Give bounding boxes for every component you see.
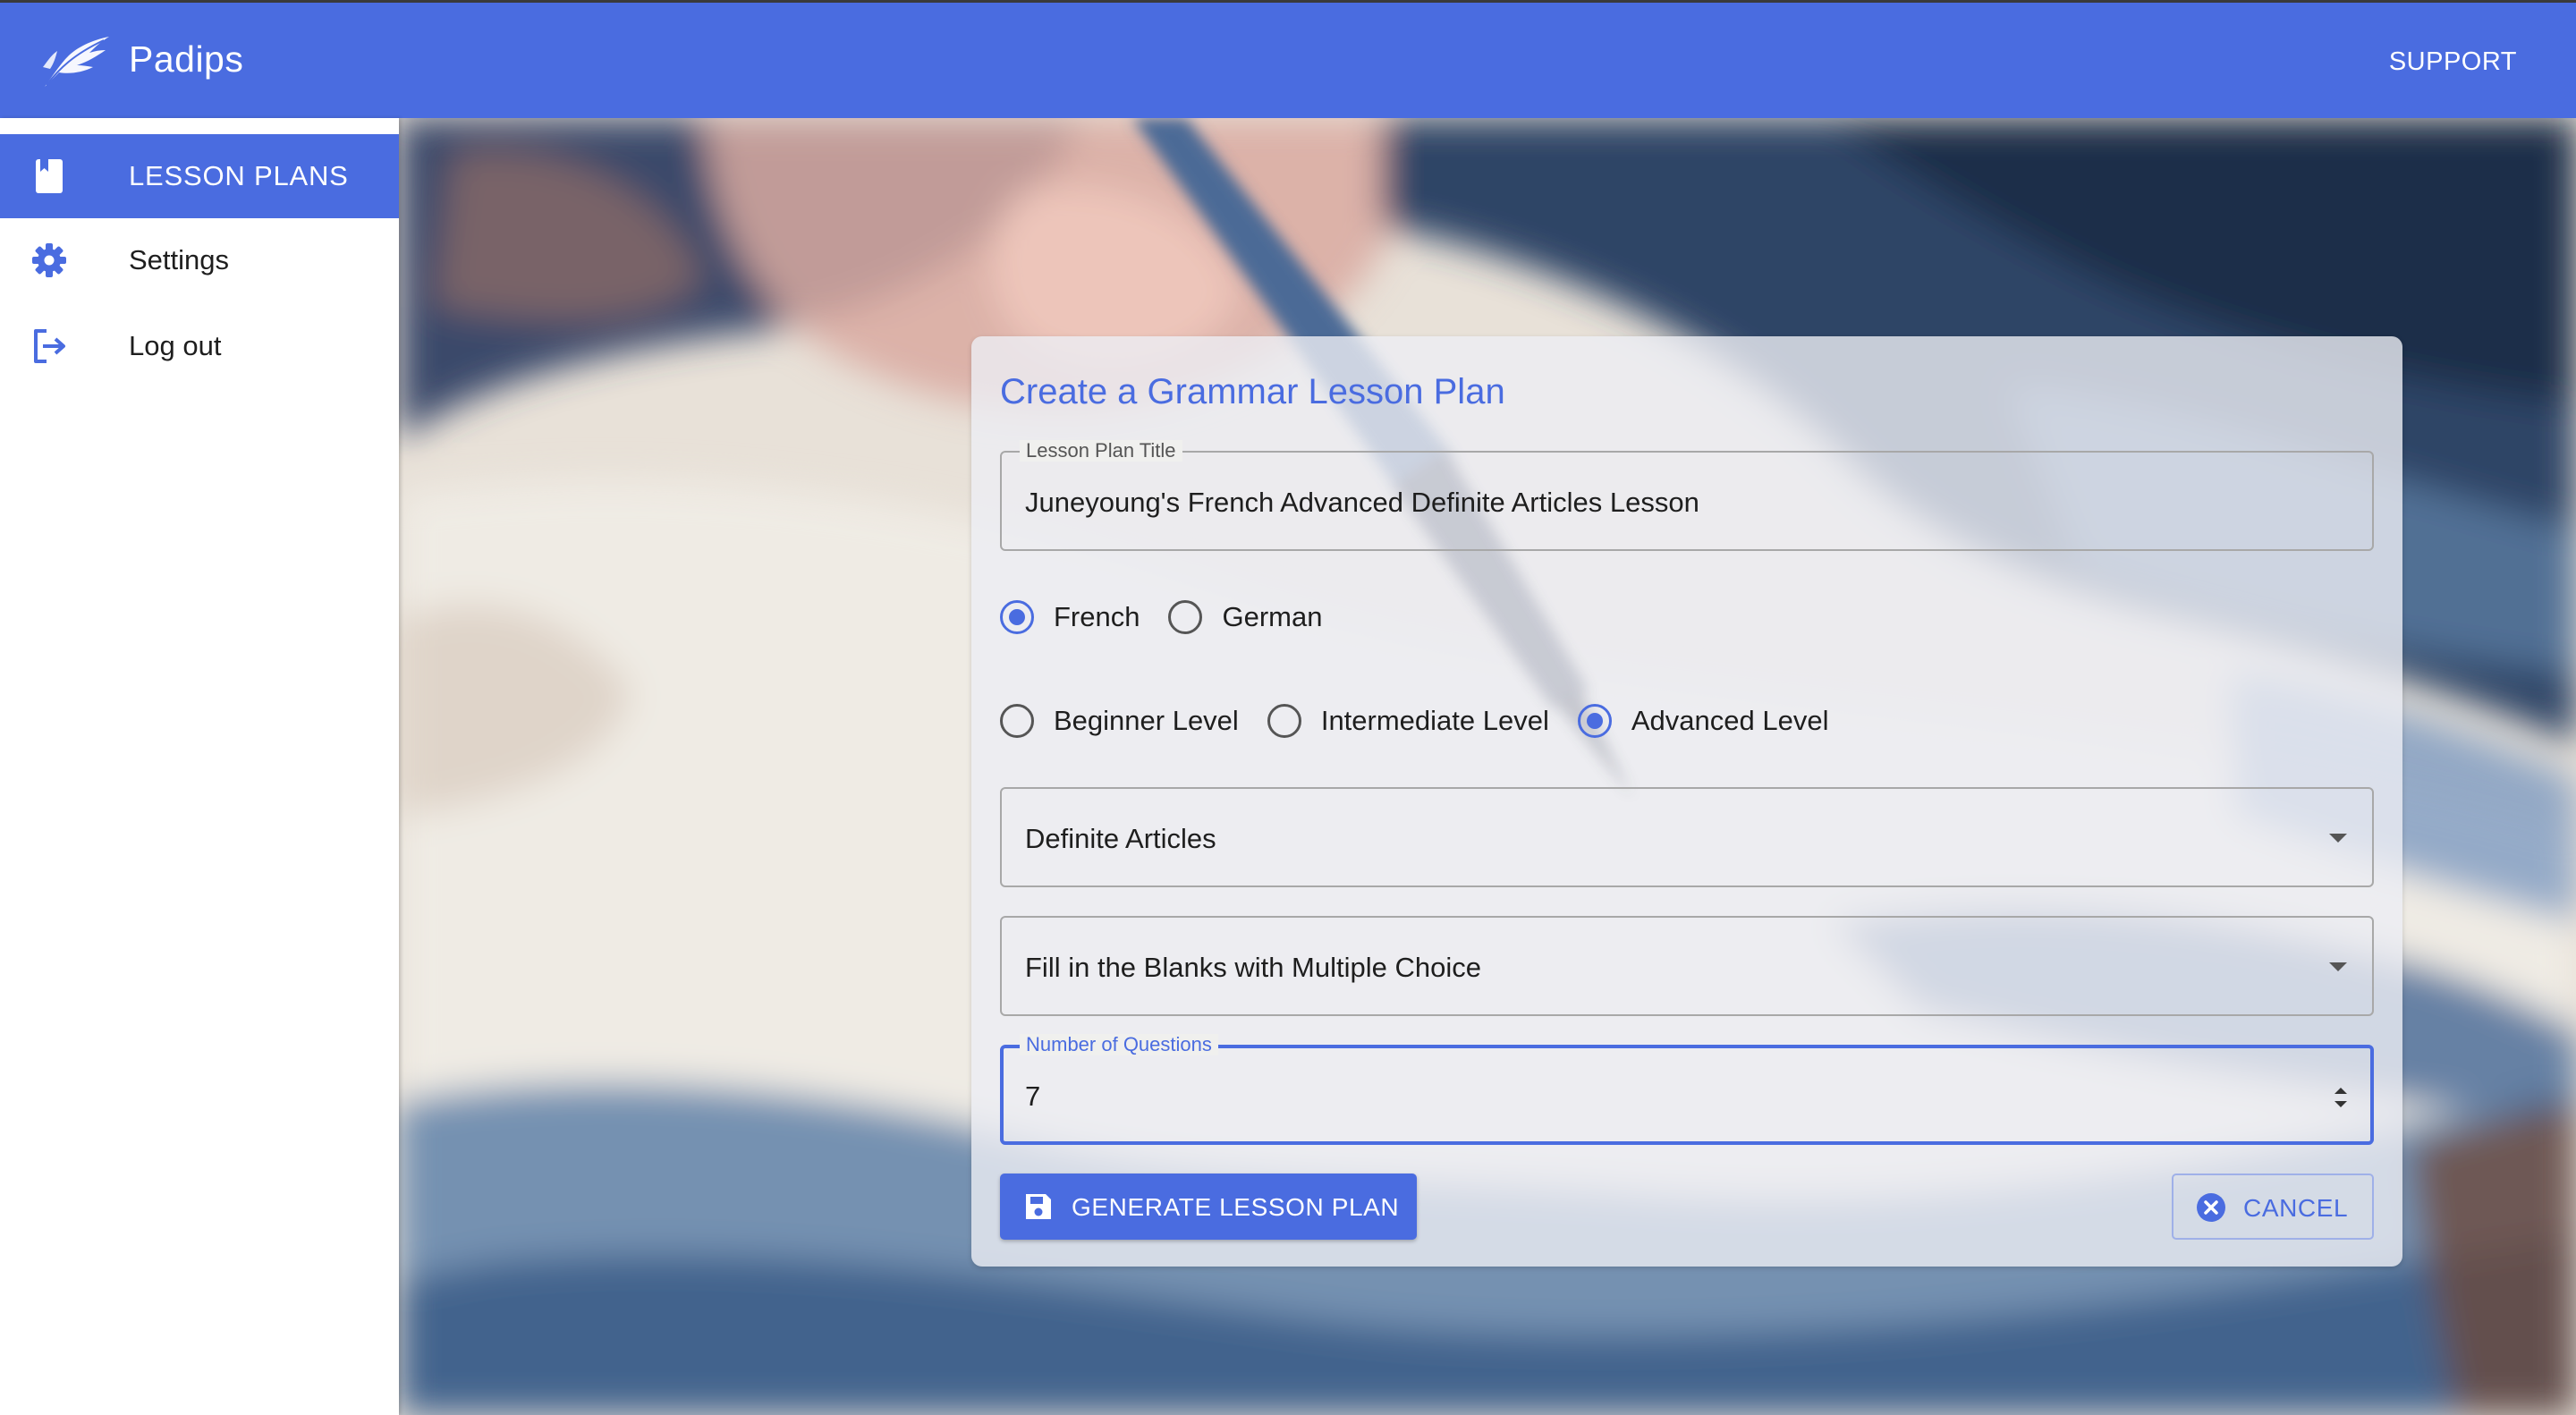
radio-advanced-level[interactable]: Advanced Level — [1577, 704, 1829, 738]
radio-beginner-level[interactable]: Beginner Level — [1000, 704, 1239, 738]
sidebar-item-lesson-plans[interactable]: LESSON PLANS — [0, 134, 399, 218]
radio-german[interactable]: German — [1168, 600, 1322, 634]
topic-select[interactable]: Definite Articles — [1000, 787, 2374, 887]
app-bar: Padips SUPPORT — [0, 0, 2576, 118]
lesson-title-input[interactable]: Juneyoung's French Advanced Definite Art… — [1025, 487, 1699, 519]
radio-button-checked[interactable] — [1000, 600, 1034, 634]
caret-down-icon[interactable] — [2329, 962, 2347, 971]
sidebar-item-settings[interactable]: Settings — [0, 218, 399, 302]
radio-button[interactable] — [1267, 704, 1301, 738]
exercise-type-select-value: Fill in the Blanks with Multiple Choice — [1025, 952, 1481, 983]
gear-icon — [32, 243, 66, 277]
sidebar-item-label: Settings — [129, 244, 230, 275]
radio-label: French — [1054, 601, 1140, 632]
radio-button-checked[interactable] — [1577, 704, 1612, 738]
logout-icon — [34, 329, 65, 363]
cancel-button[interactable]: CANCEL — [2172, 1174, 2374, 1240]
sidebar-item-label: Log out — [129, 330, 222, 361]
exercise-type-select[interactable]: Fill in the Blanks with Multiple Choice — [1000, 916, 2374, 1016]
number-stepper-icon[interactable] — [2331, 1082, 2351, 1113]
close-circle-icon — [2197, 1193, 2225, 1222]
generate-lesson-plan-button[interactable]: GENERATE LESSON PLAN — [1000, 1174, 1417, 1240]
radio-button[interactable] — [1168, 600, 1203, 634]
radio-button[interactable] — [1000, 704, 1034, 738]
lesson-title-field[interactable]: Lesson Plan Title Juneyoung's French Adv… — [1000, 440, 2374, 551]
radio-french[interactable]: French — [1000, 600, 1140, 634]
lesson-plan-form-card: Create a Grammar Lesson Plan Lesson Plan… — [971, 336, 2402, 1267]
radio-label: Intermediate Level — [1320, 705, 1549, 736]
support-link[interactable]: SUPPORT — [2389, 47, 2517, 77]
number-of-questions-input[interactable]: 7 — [1025, 1080, 1040, 1113]
language-radio-group: French German — [1000, 590, 1351, 644]
level-radio-group: Beginner Level Intermediate Level Advanc… — [1000, 694, 1857, 748]
number-of-questions-field[interactable]: Number of Questions 7 — [1000, 1034, 2374, 1145]
topic-select-value: Definite Articles — [1025, 823, 1216, 854]
caret-down-icon[interactable] — [2329, 834, 2347, 843]
quill-feather-icon[interactable] — [41, 33, 113, 90]
cancel-button-label: CANCEL — [2243, 1194, 2349, 1222]
form-title: Create a Grammar Lesson Plan — [1000, 372, 1505, 411]
main-content: Create a Grammar Lesson Plan Lesson Plan… — [399, 118, 2576, 1415]
sidebar-item-label: LESSON PLANS — [129, 160, 349, 191]
lesson-title-label: Lesson Plan Title — [1020, 440, 1182, 462]
radio-intermediate-level[interactable]: Intermediate Level — [1267, 704, 1549, 738]
radio-label: German — [1222, 601, 1323, 632]
save-icon — [1026, 1194, 1051, 1219]
sidebar-item-logout[interactable]: Log out — [0, 304, 399, 388]
radio-label: Beginner Level — [1054, 705, 1239, 736]
generate-button-label: GENERATE LESSON PLAN — [1072, 1193, 1400, 1221]
app-title[interactable]: Padips — [129, 38, 243, 80]
sidebar: LESSON PLANS Settings Log out — [0, 118, 399, 1415]
book-icon — [36, 159, 63, 193]
radio-label: Advanced Level — [1631, 705, 1829, 736]
number-of-questions-label: Number of Questions — [1020, 1034, 1218, 1055]
